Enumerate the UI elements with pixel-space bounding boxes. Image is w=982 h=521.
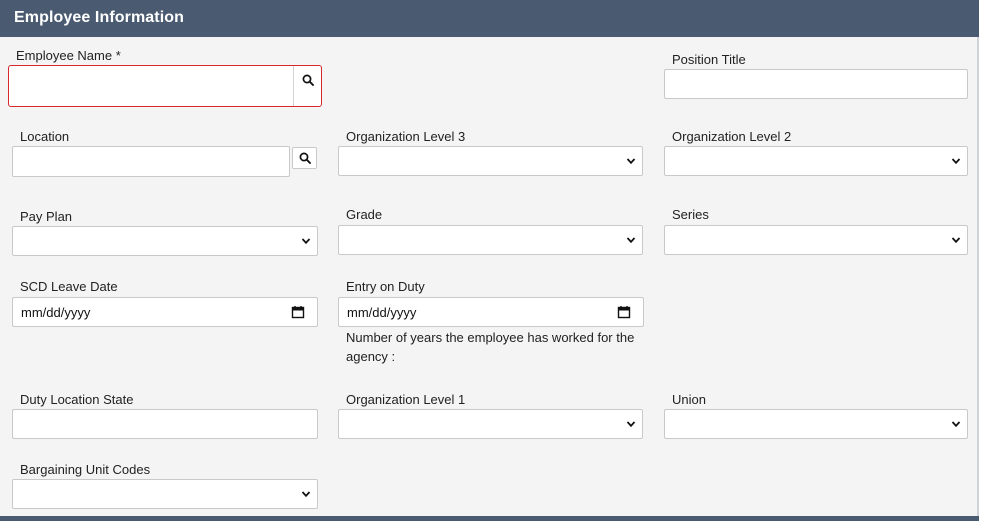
- bargaining-unit-codes-label: Bargaining Unit Codes: [20, 462, 151, 477]
- chevron-down-icon: [301, 238, 311, 245]
- employee-information-panel: Employee Information Employee Name * Pos…: [0, 0, 979, 521]
- position-title-label: Position Title: [672, 52, 746, 67]
- chevron-down-icon: [951, 158, 961, 165]
- calendar-icon[interactable]: [617, 305, 631, 319]
- duty-location-state-input[interactable]: [12, 409, 318, 439]
- series-select[interactable]: [664, 225, 968, 255]
- org-level-1-label: Organization Level 1: [346, 392, 466, 407]
- scd-leave-date-input[interactable]: mm/dd/yyyy: [12, 297, 318, 327]
- union-select[interactable]: [664, 409, 968, 439]
- employee-name-label: Employee Name *: [16, 48, 121, 63]
- section-title: Employee Information: [14, 9, 185, 26]
- location-label: Location: [20, 129, 70, 144]
- chevron-down-icon: [951, 421, 961, 428]
- chevron-down-icon: [951, 237, 961, 244]
- chevron-down-icon: [626, 158, 636, 165]
- date-placeholder: mm/dd/yyyy: [347, 305, 417, 320]
- search-icon: [302, 74, 314, 86]
- grade-label: Grade: [346, 207, 383, 222]
- employee-search-button[interactable]: [297, 69, 319, 91]
- chevron-down-icon: [626, 237, 636, 244]
- union-label: Union: [672, 392, 706, 407]
- section-header: Employee Information: [0, 0, 979, 37]
- location-search-button[interactable]: [292, 147, 317, 169]
- org-level-1-select[interactable]: [338, 409, 643, 439]
- scd-leave-date-label: SCD Leave Date: [20, 279, 118, 294]
- org-level-3-label: Organization Level 3: [346, 129, 466, 144]
- date-placeholder: mm/dd/yyyy: [21, 305, 91, 320]
- calendar-icon[interactable]: [291, 305, 305, 319]
- entry-on-duty-label: Entry on Duty: [346, 279, 425, 294]
- grade-select[interactable]: [338, 225, 643, 255]
- org-level-3-select[interactable]: [338, 146, 643, 176]
- field-divider: [293, 66, 294, 106]
- chevron-down-icon: [301, 491, 311, 498]
- years-worked-help-text: Number of years the employee has worked …: [346, 330, 635, 364]
- position-title-input[interactable]: [664, 69, 968, 99]
- pay-plan-label: Pay Plan: [20, 209, 73, 224]
- chevron-down-icon: [626, 421, 636, 428]
- pay-plan-select[interactable]: [12, 226, 318, 256]
- bargaining-unit-codes-select[interactable]: [12, 479, 318, 509]
- employee-name-field[interactable]: [8, 65, 322, 107]
- org-level-2-label: Organization Level 2: [672, 129, 792, 144]
- search-icon: [299, 152, 311, 164]
- section-footer-bar: [0, 516, 979, 521]
- duty-location-state-label: Duty Location State: [20, 392, 134, 407]
- location-input[interactable]: [12, 146, 290, 177]
- entry-on-duty-input[interactable]: mm/dd/yyyy: [338, 297, 644, 327]
- org-level-2-select[interactable]: [664, 146, 968, 176]
- series-label: Series: [672, 207, 709, 222]
